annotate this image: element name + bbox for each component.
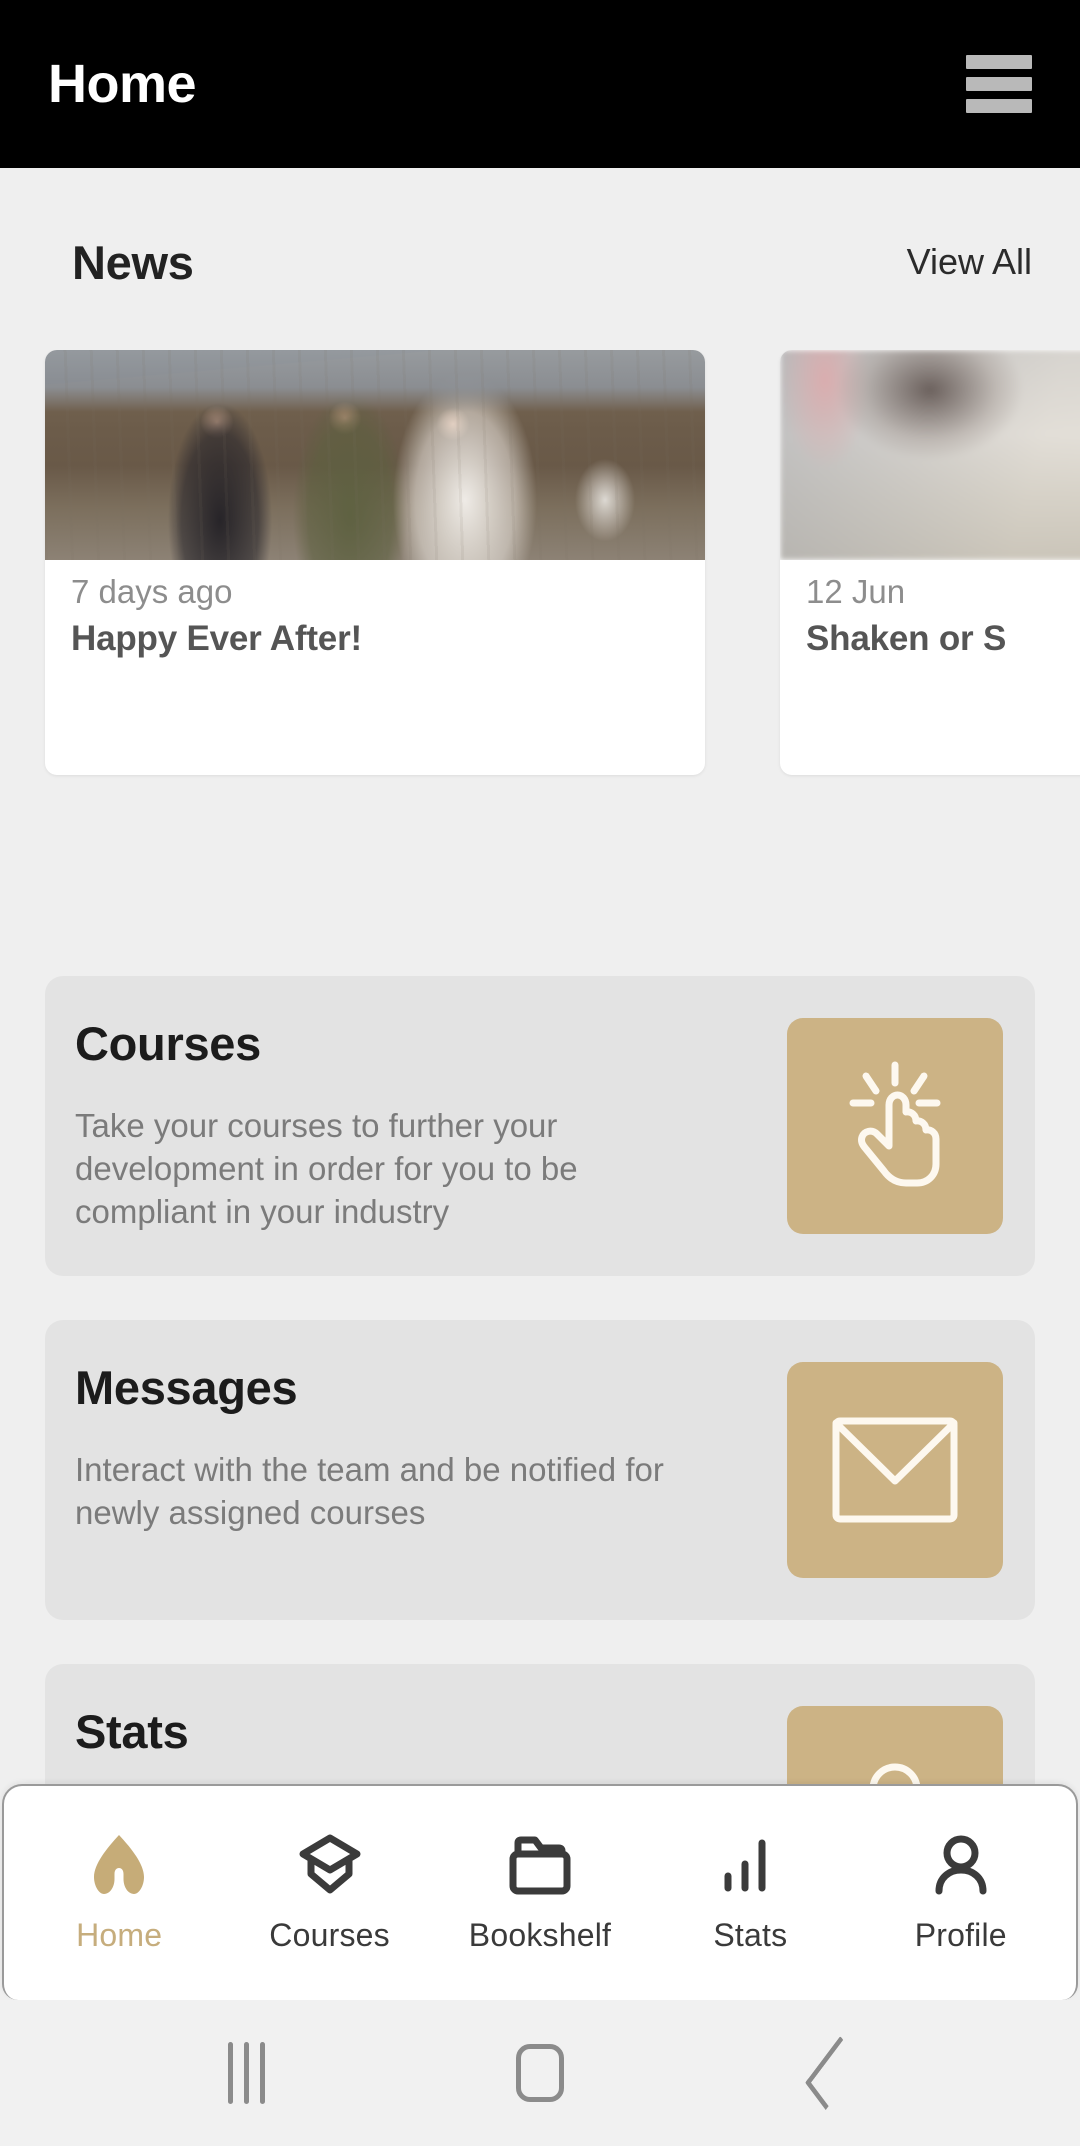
nav-label-bookshelf: Bookshelf (468, 1916, 612, 1953)
news-card-image (780, 350, 1080, 560)
nav-item-home[interactable]: Home (24, 1808, 214, 1978)
news-section-header: News View All (0, 226, 1080, 298)
feature-card-courses[interactable]: Courses Take your courses to further you… (45, 976, 1035, 1276)
news-card[interactable]: 12 Jun Shaken or S (780, 350, 1080, 775)
hamburger-bar (966, 55, 1032, 69)
recents-glyph (228, 2042, 266, 2104)
app-root: Home News View All 7 days ago Happy Ever… (0, 0, 1080, 2146)
feature-card-description: Take your courses to further your develo… (75, 1107, 578, 1231)
news-card-headline: Shaken or S (806, 618, 1007, 658)
recents-bar (244, 2042, 250, 2104)
feature-card-title: Courses (75, 1017, 261, 1070)
recents-bar (228, 2042, 234, 2104)
nav-label-profile: Profile (914, 1916, 1007, 1953)
folder-icon (508, 1833, 572, 1897)
news-card[interactable]: 7 days ago Happy Ever After! (45, 350, 705, 775)
bottom-navigation-bar: Home Courses Bookshelf Stats Profile (2, 1784, 1078, 2000)
hamburger-menu-icon[interactable] (966, 53, 1032, 115)
feature-card-title: Messages (75, 1361, 298, 1414)
nav-item-bookshelf[interactable]: Bookshelf (445, 1808, 635, 1978)
system-navigation-bar (0, 2000, 1080, 2146)
news-card-headline: Happy Ever After! (71, 618, 362, 658)
back-icon[interactable] (773, 2023, 893, 2123)
system-home-icon[interactable] (480, 2023, 600, 2123)
news-heading: News (72, 235, 194, 289)
person-icon (931, 1833, 991, 1897)
page-title: Home (48, 54, 197, 114)
feature-card-messages[interactable]: Messages Interact with the team and be n… (45, 1320, 1035, 1620)
nav-label-courses: Courses (269, 1916, 390, 1953)
news-card-date: 12 Jun (806, 573, 906, 610)
graduation-cap-icon (297, 1833, 363, 1897)
feature-card-title: Stats (75, 1705, 189, 1758)
news-card-body: 7 days ago Happy Ever After! (45, 560, 705, 662)
blurred-photo (780, 350, 1080, 560)
news-card-carousel[interactable]: 7 days ago Happy Ever After! 12 Jun Shak… (0, 350, 1080, 790)
nav-item-profile[interactable]: Profile (866, 1808, 1056, 1978)
recents-bar (260, 2042, 266, 2104)
news-card-body: 12 Jun Shaken or S (780, 560, 1080, 662)
photo-sky (45, 350, 705, 412)
recents-icon[interactable] (187, 2023, 307, 2123)
hamburger-bar (966, 99, 1032, 113)
nav-label-stats: Stats (713, 1916, 788, 1953)
nav-label-home: Home (76, 1916, 163, 1953)
view-all-link[interactable]: View All (907, 241, 1032, 283)
feature-card-description: Interact with the team and be notified f… (75, 1451, 664, 1532)
envelope-icon (787, 1362, 1003, 1578)
back-glyph (805, 2035, 862, 2111)
tap-hand-icon (787, 1018, 1003, 1234)
home-glyph (515, 2044, 564, 2102)
nav-item-courses[interactable]: Courses (235, 1808, 425, 1978)
home-arch-icon (90, 1833, 148, 1897)
app-bar: Home (0, 0, 1080, 168)
nav-item-stats[interactable]: Stats (655, 1808, 845, 1978)
news-card-image (45, 350, 705, 560)
news-card-date: 7 days ago (71, 573, 233, 610)
hamburger-bar (966, 77, 1032, 91)
wedding-party-photo (45, 350, 705, 560)
bar-chart-icon (719, 1833, 781, 1897)
